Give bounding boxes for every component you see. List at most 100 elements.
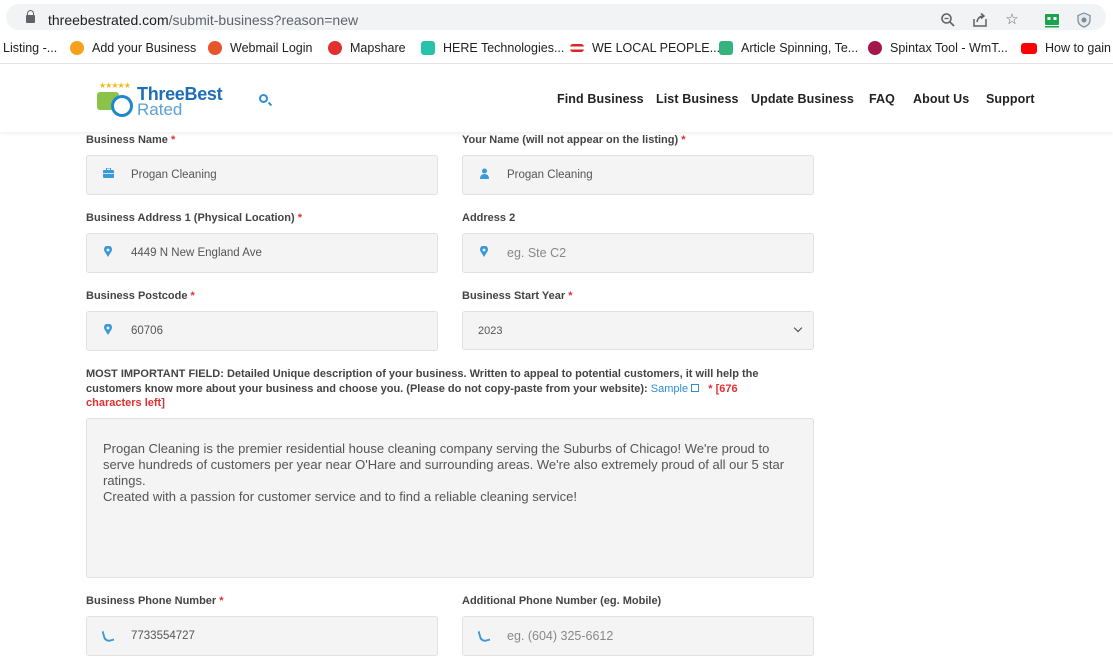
bookmark-favicon-icon bbox=[208, 41, 222, 55]
nav-about-us[interactable]: About Us bbox=[913, 92, 969, 106]
search-icon[interactable] bbox=[259, 94, 268, 103]
business-name-input[interactable]: Progan Cleaning bbox=[86, 155, 438, 195]
site-header: ★★★★★ ThreeBest Rated Find Business List… bbox=[0, 65, 1113, 132]
required-mark: * bbox=[568, 290, 573, 302]
shield-extension-icon[interactable] bbox=[1076, 12, 1092, 28]
nav-update-business[interactable]: Update Business bbox=[751, 92, 854, 106]
bookmark-label: Article Spinning, Te... bbox=[741, 41, 859, 55]
url-text[interactable]: threebestrated.com/submit-business?reaso… bbox=[48, 12, 358, 28]
phone-icon bbox=[479, 630, 489, 642]
extension-icon[interactable] bbox=[1044, 12, 1060, 28]
sample-link[interactable]: Sample bbox=[650, 382, 700, 395]
url-domain: threebestrated.com bbox=[48, 12, 169, 28]
bookmark-label: Listing -... bbox=[3, 41, 58, 55]
additional-phone-label: Additional Phone Number (eg. Mobile) bbox=[462, 595, 662, 607]
user-icon bbox=[479, 168, 489, 182]
phone-input[interactable]: 7733554727 bbox=[86, 616, 438, 656]
your-name-value: Progan Cleaning bbox=[507, 169, 593, 181]
youtube-icon bbox=[1021, 42, 1037, 54]
bookmark-label: Webmail Login bbox=[230, 41, 313, 55]
start-year-select[interactable]: 2023 bbox=[462, 311, 814, 350]
lock-icon[interactable] bbox=[26, 10, 35, 23]
map-pin-icon bbox=[479, 245, 489, 260]
your-name-label-text: Your Name (will not appear on the listin… bbox=[462, 134, 679, 146]
logo-circle-icon bbox=[111, 95, 133, 117]
bookmark-how-to-gain[interactable]: How to gain bbox=[1021, 41, 1111, 55]
logo-stars-icon: ★★★★★ bbox=[99, 81, 131, 90]
map-pin-icon bbox=[103, 323, 113, 338]
required-mark: * bbox=[190, 290, 195, 302]
chevron-down-icon bbox=[793, 323, 803, 333]
site-logo[interactable]: ★★★★★ ThreeBest Rated bbox=[97, 81, 223, 121]
required-mark: * bbox=[297, 212, 302, 224]
bookmark-favicon-icon bbox=[719, 41, 733, 55]
bookmark-mapshare[interactable]: Mapshare bbox=[328, 41, 406, 55]
additional-phone-placeholder: eg. (604) 325-6612 bbox=[507, 629, 614, 643]
postcode-input[interactable]: 60706 bbox=[86, 311, 438, 351]
bookmark-label: How to gain bbox=[1045, 41, 1112, 55]
nav-find-business[interactable]: Find Business bbox=[557, 92, 644, 106]
address2-placeholder: eg. Ste C2 bbox=[507, 246, 567, 260]
additional-phone-input[interactable]: eg. (604) 325-6612 bbox=[462, 616, 814, 656]
bookmarks-bar: Listing -... Add your Business Webmail L… bbox=[0, 34, 1113, 64]
required-mark: * bbox=[171, 134, 176, 146]
bookmark-label: HERE Technologies... bbox=[443, 41, 565, 55]
start-year-label-text: Business Start Year bbox=[462, 290, 566, 302]
address1-label-text: Business Address 1 (Physical Location) bbox=[86, 212, 295, 224]
business-name-label-text: Business Name bbox=[86, 134, 168, 146]
address-bar[interactable]: threebestrated.com/submit-business?reaso… bbox=[6, 4, 1106, 30]
start-year-value: 2023 bbox=[478, 325, 503, 337]
sample-link-text: Sample bbox=[650, 382, 689, 395]
bookmark-label: Add your Business bbox=[92, 41, 197, 55]
bookmark-webmail-login[interactable]: Webmail Login bbox=[208, 41, 312, 55]
share-icon[interactable] bbox=[972, 12, 988, 28]
external-link-icon bbox=[691, 383, 700, 392]
postcode-value: 60706 bbox=[131, 325, 163, 337]
briefcase-icon bbox=[103, 167, 114, 182]
bookmark-listing[interactable]: Listing -... bbox=[3, 41, 57, 55]
browser-toolbar: threebestrated.com/submit-business?reaso… bbox=[0, 0, 1113, 34]
address1-value: 4449 N New England Ave bbox=[131, 247, 262, 259]
start-year-label: Business Start Year * bbox=[462, 290, 572, 302]
phone-label-text: Business Phone Number bbox=[86, 595, 217, 607]
phone-label: Business Phone Number * bbox=[86, 595, 224, 607]
bookmark-favicon-icon bbox=[70, 41, 84, 55]
description-paragraph: Progan Cleaning is the premier residenti… bbox=[103, 441, 785, 488]
phone-value: 7733554727 bbox=[131, 630, 195, 642]
description-label: MOST IMPORTANT FIELD: Detailed Unique de… bbox=[86, 367, 796, 411]
address2-input[interactable]: eg. Ste C2 bbox=[462, 233, 814, 273]
description-paragraph: Created with a passion for customer serv… bbox=[103, 489, 578, 504]
url-path: /submit-business?reason=new bbox=[168, 12, 359, 28]
bookmark-favicon-icon bbox=[421, 41, 435, 55]
your-name-label: Your Name (will not appear on the listin… bbox=[462, 134, 686, 146]
zoom-icon[interactable] bbox=[940, 12, 956, 28]
bookmark-here-technologies[interactable]: HERE Technologies... bbox=[421, 41, 564, 55]
bookmark-star-icon[interactable]: ☆ bbox=[1004, 12, 1020, 28]
bookmark-add-your-business[interactable]: Add your Business bbox=[70, 41, 196, 55]
nav-faq[interactable]: FAQ bbox=[869, 92, 895, 106]
nav-list-business[interactable]: List Business bbox=[656, 92, 739, 106]
bookmark-spintax-tool[interactable]: Spintax Tool - WmT... bbox=[868, 41, 1008, 55]
bookmark-label: Mapshare bbox=[350, 41, 406, 55]
bookmark-label: WE LOCAL PEOPLE... bbox=[592, 41, 721, 55]
required-mark: * bbox=[681, 134, 686, 146]
bookmark-favicon-icon bbox=[570, 44, 584, 52]
postcode-label: Business Postcode * bbox=[86, 290, 195, 302]
business-name-label: Business Name * bbox=[86, 134, 175, 146]
map-pin-icon bbox=[103, 245, 113, 260]
bookmark-article-spinning[interactable]: Article Spinning, Te... bbox=[719, 41, 858, 55]
bookmark-favicon-icon bbox=[868, 41, 882, 55]
address2-label: Address 2 bbox=[462, 212, 516, 224]
postcode-label-text: Business Postcode bbox=[86, 290, 188, 302]
your-name-input[interactable]: Progan Cleaning bbox=[462, 155, 814, 195]
description-textarea[interactable]: Progan Cleaning is the premier residenti… bbox=[86, 418, 814, 578]
bookmark-favicon-icon bbox=[328, 41, 342, 55]
nav-support[interactable]: Support bbox=[986, 92, 1035, 106]
required-mark: * bbox=[708, 382, 713, 395]
phone-icon bbox=[103, 630, 113, 642]
address1-label: Business Address 1 (Physical Location) * bbox=[86, 212, 302, 224]
bookmark-we-local-people[interactable]: WE LOCAL PEOPLE... bbox=[570, 41, 720, 55]
business-name-value: Progan Cleaning bbox=[131, 169, 217, 181]
logo-text-line2: Rated bbox=[137, 100, 183, 119]
address1-input[interactable]: 4449 N New England Ave bbox=[86, 233, 438, 273]
